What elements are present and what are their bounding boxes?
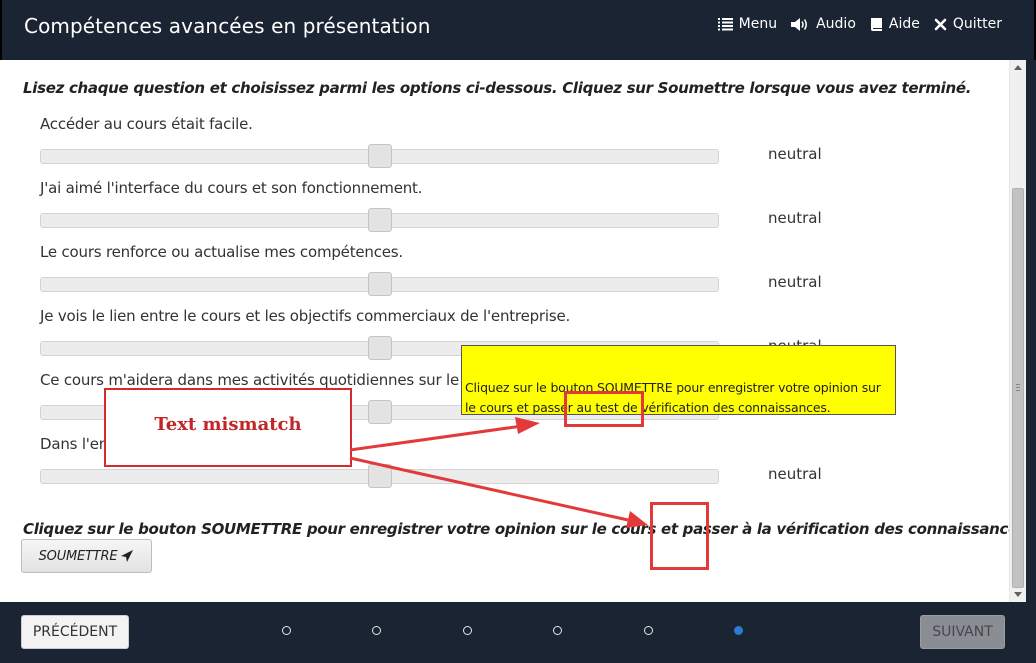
question-6-label: Dans l'en: [40, 435, 109, 453]
speaker-icon: [791, 17, 808, 31]
menu-button[interactable]: Menu: [717, 16, 778, 32]
next-button[interactable]: SUIVANT: [920, 615, 1005, 649]
question-2-value: neutral: [768, 209, 822, 227]
question-3-value: neutral: [768, 273, 822, 291]
page-dot-6[interactable]: [734, 626, 743, 635]
question-1-slider[interactable]: [40, 144, 719, 168]
scroll-up-arrow[interactable]: [1014, 65, 1022, 70]
book-icon: [870, 17, 882, 31]
page-dot-1[interactable]: [282, 626, 291, 635]
page-dot-4[interactable]: [553, 626, 562, 635]
previous-button[interactable]: PRÉCÉDENT: [21, 615, 129, 649]
slider-thumb[interactable]: [367, 400, 392, 424]
vertical-scrollbar[interactable]: [1009, 60, 1026, 602]
instructions-text: Lisez chaque question et choisissez parm…: [23, 79, 972, 97]
highlight-box-submit-text: [650, 502, 709, 570]
question-5-label: Ce cours m'aidera dans mes activités quo…: [40, 371, 499, 389]
audio-button[interactable]: Audio: [791, 16, 856, 32]
tooltip-line-2: le cours et passer au test de vérificati…: [465, 400, 831, 415]
highlight-box-tooltip: [564, 391, 644, 427]
quit-label: Quitter: [952, 16, 1002, 32]
page-title: Compétences avancées en présentation: [24, 14, 431, 38]
scroll-down-arrow[interactable]: [1014, 592, 1022, 597]
header-bar: Compétences avancées en présentation Men…: [0, 0, 1036, 60]
scroll-grip: [1016, 384, 1020, 385]
submit-label: SOUMETTRE: [38, 548, 118, 564]
question-2-label: J'ai aimé l'interface du cours et son fo…: [40, 179, 423, 197]
tooltip-line-1: Cliquez sur le bouton SOUMETTRE pour enr…: [465, 380, 881, 395]
annotation-tooltip: Cliquez sur le bouton SOUMETTRE pour enr…: [461, 345, 896, 415]
slider-thumb[interactable]: [367, 464, 392, 488]
quit-button[interactable]: Quitter: [934, 16, 1002, 32]
submit-button[interactable]: SOUMETTRE: [21, 539, 152, 573]
survey-content: Lisez chaque question et choisissez parm…: [2, 60, 1009, 602]
callout-label: Text mismatch: [154, 414, 302, 435]
send-icon: [121, 550, 134, 562]
question-3-slider[interactable]: [40, 272, 719, 296]
submit-instruction: Cliquez sur le bouton SOUMETTRE pour enr…: [23, 520, 1009, 538]
text-mismatch-callout: Text mismatch: [104, 388, 352, 467]
slider-thumb[interactable]: [367, 208, 392, 232]
slider-thumb[interactable]: [367, 144, 392, 168]
window-edge: [1026, 60, 1036, 602]
question-6-value: neutral: [768, 465, 822, 483]
page-dot-3[interactable]: [463, 626, 472, 635]
question-1-value: neutral: [768, 145, 822, 163]
slider-thumb[interactable]: [367, 336, 392, 360]
help-label: Aide: [888, 16, 920, 32]
question-2-slider[interactable]: [40, 208, 719, 232]
help-button[interactable]: Aide: [870, 16, 920, 32]
list-icon: [717, 17, 733, 30]
top-menu: Menu Audio Aide Quitter: [717, 16, 1002, 32]
slider-thumb[interactable]: [367, 272, 392, 296]
audio-label: Audio: [816, 16, 856, 32]
question-6-slider[interactable]: [40, 464, 719, 488]
question-1-label: Accéder au cours était facile.: [40, 115, 253, 133]
menu-label: Menu: [738, 16, 778, 32]
footer-bar: PRÉCÉDENT SUIVANT: [0, 602, 1036, 663]
question-4-label: Je vois le lien entre le cours et les ob…: [40, 307, 571, 325]
question-3-label: Le cours renforce ou actualise mes compé…: [40, 243, 403, 261]
scroll-thumb[interactable]: [1012, 188, 1024, 588]
page-dot-5[interactable]: [644, 626, 653, 635]
close-icon: [934, 18, 947, 30]
page-dot-2[interactable]: [372, 626, 381, 635]
